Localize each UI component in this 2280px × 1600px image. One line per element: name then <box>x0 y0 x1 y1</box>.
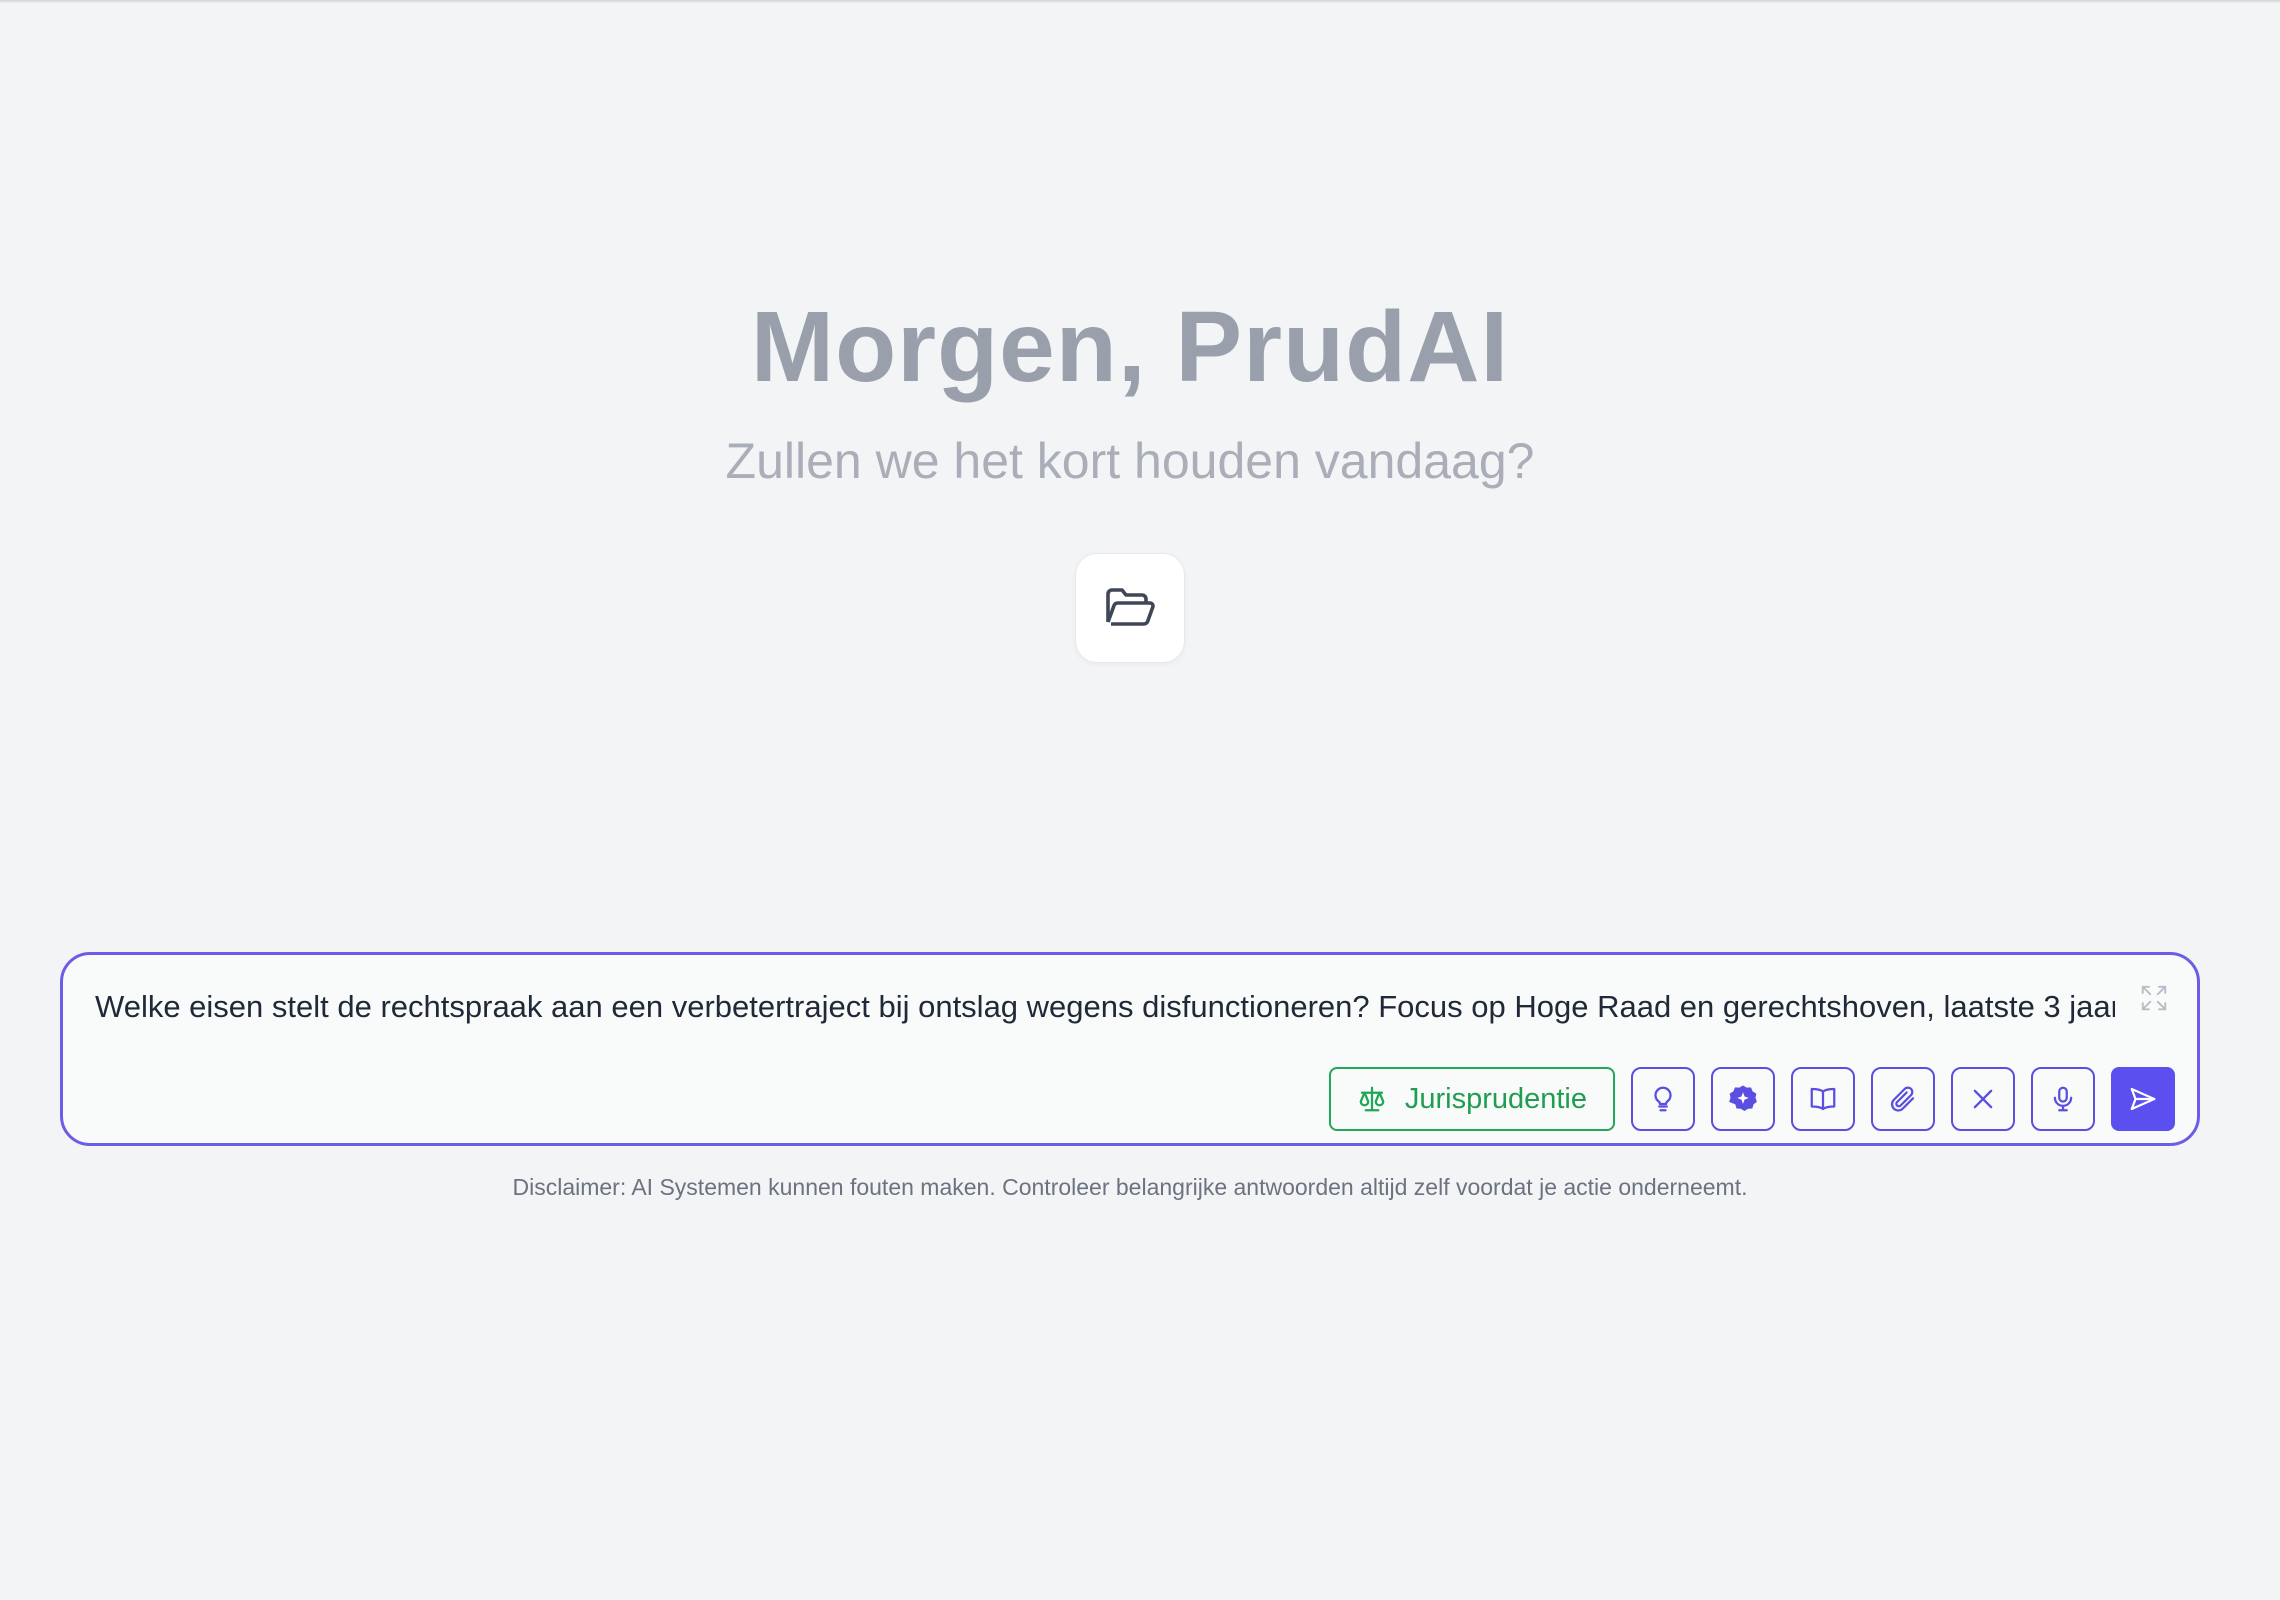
send-button[interactable] <box>2111 1067 2175 1131</box>
send-icon <box>2130 1087 2156 1111</box>
book-icon <box>1810 1087 1836 1111</box>
greeting-subtitle: Zullen we het kort houden vandaag? <box>725 433 1535 489</box>
clear-button[interactable] <box>1951 1067 2015 1131</box>
expand-icon[interactable] <box>2139 983 2169 1013</box>
folder-open-icon <box>1106 588 1155 626</box>
suggestion-button[interactable] <box>1631 1067 1695 1131</box>
top-bar-shadow <box>0 0 2280 3</box>
jurisprudentie-button[interactable]: Jurisprudentie <box>1328 1067 1615 1131</box>
prompt-composer: Welke eisen stelt de rechtspraak aan een… <box>60 952 2200 1146</box>
scales-icon <box>1359 1086 1385 1112</box>
attach-button[interactable] <box>1871 1067 1935 1131</box>
greeting-title: Morgen, PrudAI <box>750 291 1510 403</box>
paperclip-icon <box>1890 1086 1915 1112</box>
voice-input-button[interactable] <box>2031 1067 2095 1131</box>
enhance-prompt-button[interactable] <box>1711 1067 1775 1131</box>
lightbulb-icon <box>1654 1086 1672 1112</box>
microphone-icon <box>2053 1086 2073 1112</box>
magic-badge-icon <box>1729 1085 1757 1112</box>
library-button[interactable] <box>1791 1067 1855 1131</box>
jurisprudentie-label: Jurisprudentie <box>1404 1082 1587 1115</box>
disclaimer-text: Disclaimer: AI Systemen kunnen fouten ma… <box>512 1174 1748 1200</box>
composer-toolbar: Jurisprudentie <box>1328 1067 2175 1131</box>
open-folder-button[interactable] <box>1075 553 1185 663</box>
close-icon <box>1973 1089 1993 1109</box>
prompt-input[interactable]: Welke eisen stelt de rechtspraak aan een… <box>95 989 2115 1025</box>
